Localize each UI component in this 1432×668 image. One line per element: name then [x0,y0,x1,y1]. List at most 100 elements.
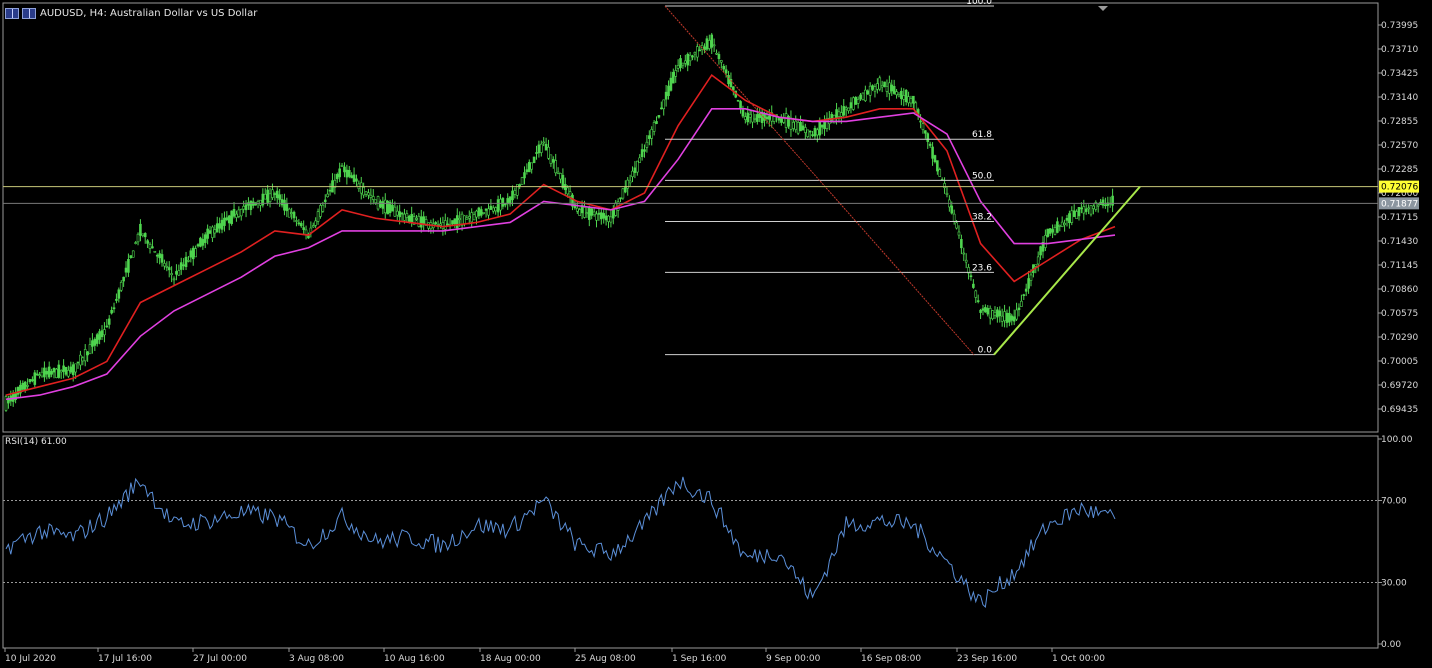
candle-body [722,65,726,70]
candle-body [35,373,39,376]
price-tick-label: 0.70005 [1381,357,1418,367]
candle-body [662,99,666,110]
candle-body [417,215,421,227]
candle-body [400,212,404,215]
candle-body [201,239,205,246]
time-tick-label: 10 Aug 16:00 [384,654,445,664]
fib-level-label: 38.2 [972,213,992,223]
candle-body [107,318,111,325]
candle-body [631,170,634,177]
candle-body [816,129,819,136]
candle-body [369,194,373,198]
candle-body [81,357,85,362]
candle-body [167,267,171,271]
candle-body [215,223,219,233]
candle-body [676,65,680,69]
candle-body [203,234,207,243]
candle-body [1080,207,1083,210]
candle-body [756,114,759,122]
candle-body [371,196,375,200]
candle-body [379,201,382,208]
candle-body [1087,207,1090,210]
candle-body [1005,312,1009,323]
candle-body [151,246,154,249]
candle-body [273,193,277,195]
time-tick-label: 17 Jul 16:00 [98,654,152,664]
candle-body [1048,228,1052,234]
price-tick-label: 0.72855 [1381,117,1418,127]
candle-body [657,115,661,118]
candle-body [328,189,332,192]
candle-body [681,62,685,66]
candle-body [969,275,973,278]
candle-body [40,371,44,377]
candle-body [619,197,622,200]
rsi-tick-label: 70.00 [1381,497,1407,507]
candle-body [1036,256,1040,265]
candle-body [244,204,248,211]
candle-body [74,363,77,373]
candle-body [434,222,437,225]
main-panel-frame [2,2,1379,433]
candle-body [1068,213,1071,224]
candle-body [76,361,80,364]
candle-body [326,193,329,198]
candle-body [525,169,529,172]
candle-body [645,141,649,148]
candle-body [410,214,413,223]
candle-body [165,266,169,268]
candle-body [950,205,954,214]
candle-body [55,368,58,378]
candle-body [926,133,930,142]
candle-body [467,216,471,219]
candle-body [470,212,473,223]
candle-body [960,239,963,249]
candle-body [732,86,735,91]
fib-level-label: 23.6 [972,263,992,273]
candle-body [439,223,442,226]
candle-body [837,111,841,117]
candle-body [806,129,810,137]
candle-body [1096,204,1100,207]
candle-body [59,370,63,373]
candle-body [163,263,166,267]
candle-body [1051,229,1054,233]
candle-body [952,213,956,222]
candle-body [1039,246,1042,256]
candle-body [669,77,673,91]
candle-body [52,367,56,373]
candle-body [861,92,865,100]
candle-body [808,130,812,133]
candle-body [1020,300,1023,307]
time-tick-label: 27 Jul 00:00 [193,654,247,664]
price-tick-label: 0.69435 [1381,405,1418,415]
candle-body [712,44,716,47]
candle-body [880,84,884,88]
candle-body [962,252,966,255]
candle-body [964,259,968,263]
price-tick-label: 0.70860 [1381,285,1418,295]
candle-body [359,182,363,194]
candle-body [117,289,121,299]
price-tick-label: 0.71715 [1381,213,1418,223]
candle-body [600,212,603,220]
candle-body [518,184,521,187]
candle-body [993,311,997,316]
candle-body [768,115,771,120]
candle-body [422,216,425,225]
candle-body [67,370,70,377]
candle-body [1101,199,1105,206]
candle-body [220,219,224,230]
candle-body [311,225,315,228]
chart-canvas[interactable]: 0.73995 0.73710 0.73425 0.73140 0.72855 0.725… [0,0,1432,668]
candle-body [624,187,627,193]
candle-body [679,58,682,68]
candle-body [455,215,459,229]
candle-body [50,371,53,375]
candle-body [979,309,982,313]
candle-body [153,250,157,253]
candle-body [1111,195,1114,206]
candle-body [931,146,934,159]
candle-body [640,149,644,158]
candle-body [871,85,874,90]
